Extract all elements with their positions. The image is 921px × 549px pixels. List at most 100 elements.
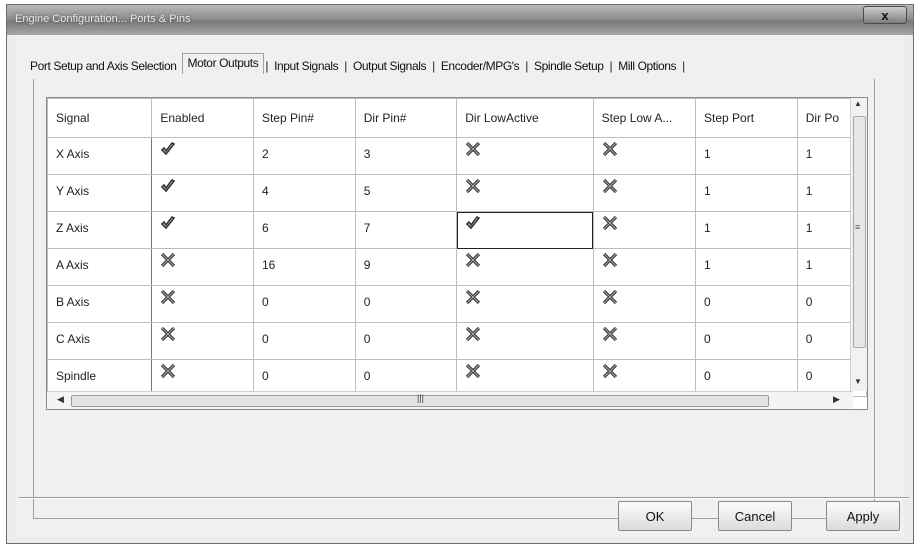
cell-enabled-toggle[interactable] <box>151 285 254 323</box>
scroll-down-arrow-icon[interactable]: ▼ <box>854 377 862 386</box>
cell-dir-pin[interactable]: 9 <box>354 248 458 286</box>
cross-icon <box>602 252 617 268</box>
cell-value: 2 <box>261 147 269 161</box>
cell-signal[interactable]: Y Axis <box>47 174 153 212</box>
column-header-step-port[interactable]: Step Port <box>695 98 798 138</box>
cell-enabled-toggle[interactable] <box>151 248 254 286</box>
cell-dir-low-active-toggle[interactable] <box>456 285 594 323</box>
cell-value: 16 <box>261 258 276 272</box>
cell-enabled-toggle[interactable] <box>151 322 254 360</box>
cell-step-port[interactable]: 1 <box>695 137 798 175</box>
table-row[interactable]: C Axis 0 0 0 0 <box>47 322 867 360</box>
vertical-scroll-thumb[interactable] <box>853 116 866 348</box>
table-row[interactable]: A Axis 16 9 1 1 <box>47 248 867 286</box>
window-title: Engine Configuration... Ports & Pins <box>15 13 191 25</box>
vertical-scrollbar[interactable]: ▲ ≡ ▼ <box>850 98 867 391</box>
cell-value: 1 <box>704 221 711 235</box>
cross-icon <box>161 363 176 379</box>
tab-port-setup-and-axis-selection[interactable]: Port Setup and Axis Selection <box>25 56 182 76</box>
title-bar[interactable]: Engine Configuration... Ports & Pins x <box>7 5 913 35</box>
cell-step-low-active-toggle[interactable] <box>592 211 697 249</box>
tab-motor-outputs[interactable]: Motor Outputs <box>181 53 265 74</box>
cell-step-pin[interactable]: 16 <box>252 248 356 286</box>
cell-step-low-active-toggle[interactable] <box>592 137 697 175</box>
cell-value: 1 <box>704 147 711 161</box>
column-header-dir-pin[interactable]: Dir Pin# <box>354 98 458 138</box>
table-row[interactable]: Z Axis 6 7 1 1 <box>47 211 867 249</box>
cell-signal[interactable]: A Axis <box>47 248 153 286</box>
cell-signal[interactable]: C Axis <box>47 322 153 360</box>
check-icon <box>161 178 176 193</box>
cell-dir-pin[interactable]: 0 <box>354 322 458 360</box>
column-header-enabled[interactable]: Enabled <box>151 98 254 138</box>
cell-signal[interactable]: Z Axis <box>47 211 153 249</box>
scroll-grip-icon: ≡ <box>855 222 861 232</box>
scroll-up-arrow-icon[interactable]: ▲ <box>854 99 862 108</box>
cell-dir-low-active-toggle[interactable] <box>456 322 594 360</box>
close-button[interactable]: x <box>863 6 907 24</box>
cell-value: Z Axis <box>56 221 89 235</box>
column-header-step-low-a[interactable]: Step Low A... <box>592 98 697 138</box>
cell-value: 1 <box>805 147 813 161</box>
cell-value: 1 <box>805 258 813 272</box>
tab-spindle-setup[interactable]: Spindle Setup <box>529 56 609 76</box>
cell-step-low-active-toggle[interactable] <box>592 248 697 286</box>
cell-step-pin[interactable]: 0 <box>252 285 356 323</box>
cross-icon <box>466 178 481 194</box>
cell-step-pin[interactable]: 0 <box>252 322 356 360</box>
tab-input-signals[interactable]: Input Signals <box>269 56 343 76</box>
cell-step-port[interactable]: 1 <box>695 174 798 212</box>
cell-value: X Axis <box>56 147 90 161</box>
horizontal-scrollbar[interactable]: ◀ ||| ▶ <box>47 391 853 409</box>
cell-step-pin[interactable]: 6 <box>252 211 356 249</box>
apply-button[interactable]: Apply <box>826 501 900 531</box>
cell-enabled-toggle[interactable] <box>151 174 254 212</box>
cell-step-low-active-toggle[interactable] <box>592 322 697 360</box>
cell-signal[interactable]: X Axis <box>47 137 153 175</box>
cell-value: 0 <box>363 369 371 383</box>
cell-dir-low-active-toggle[interactable] <box>456 248 594 286</box>
cell-value: B Axis <box>56 295 90 309</box>
motor-outputs-grid: Signal Enabled Step Pin# Dir Pin# Dir LowAct… <box>46 97 868 410</box>
cell-step-port[interactable]: 1 <box>695 211 798 249</box>
cell-step-pin[interactable]: 4 <box>252 174 356 212</box>
cell-value: 0 <box>805 295 813 309</box>
cell-dir-pin[interactable]: 7 <box>354 211 458 249</box>
cell-step-port[interactable]: 0 <box>695 285 798 323</box>
cell-step-port[interactable]: 0 <box>695 322 798 360</box>
cell-step-low-active-toggle[interactable] <box>592 285 697 323</box>
cell-step-port[interactable]: 1 <box>695 248 798 286</box>
tab-output-signals[interactable]: Output Signals <box>348 56 431 76</box>
tab-mill-options[interactable]: Mill Options <box>613 56 681 76</box>
cross-icon <box>466 363 481 379</box>
scroll-grip-icon: ||| <box>417 393 425 403</box>
cell-value: 1 <box>704 258 711 272</box>
cross-icon <box>466 252 481 268</box>
column-header-dir-lowactive[interactable]: Dir LowActive <box>456 98 594 138</box>
cell-value: 1 <box>805 184 813 198</box>
table-row[interactable]: Y Axis 4 5 1 1 <box>47 174 867 212</box>
cell-step-pin[interactable]: 2 <box>252 137 356 175</box>
cell-dir-pin[interactable]: 3 <box>354 137 458 175</box>
tab-encoder-mpg-s[interactable]: Encoder/MPG's <box>436 56 524 76</box>
cell-dir-pin[interactable]: 0 <box>354 285 458 323</box>
table-row[interactable]: X Axis 2 3 1 1 <box>47 137 867 175</box>
cell-dir-low-active-toggle[interactable] <box>456 137 594 175</box>
table-row[interactable]: B Axis 0 0 0 0 <box>47 285 867 323</box>
ok-button[interactable]: OK <box>618 501 692 531</box>
check-icon <box>161 215 176 230</box>
cancel-button[interactable]: Cancel <box>718 501 792 531</box>
cell-dir-pin[interactable]: 5 <box>354 174 458 212</box>
cell-enabled-toggle[interactable] <box>151 137 254 175</box>
scroll-left-arrow-icon[interactable]: ◀ <box>57 394 64 405</box>
cell-dir-low-active-toggle[interactable] <box>456 174 594 212</box>
scroll-right-arrow-icon[interactable]: ▶ <box>833 394 840 405</box>
column-header-signal[interactable]: Signal <box>47 98 153 138</box>
column-header-step-pin[interactable]: Step Pin# <box>252 98 356 138</box>
check-icon <box>466 215 481 230</box>
cell-step-low-active-toggle[interactable] <box>592 174 697 212</box>
cell-enabled-toggle[interactable] <box>151 211 254 249</box>
cell-dir-low-active-toggle[interactable] <box>456 211 594 249</box>
cell-value: Y Axis <box>56 184 90 198</box>
cell-signal[interactable]: B Axis <box>47 285 153 323</box>
